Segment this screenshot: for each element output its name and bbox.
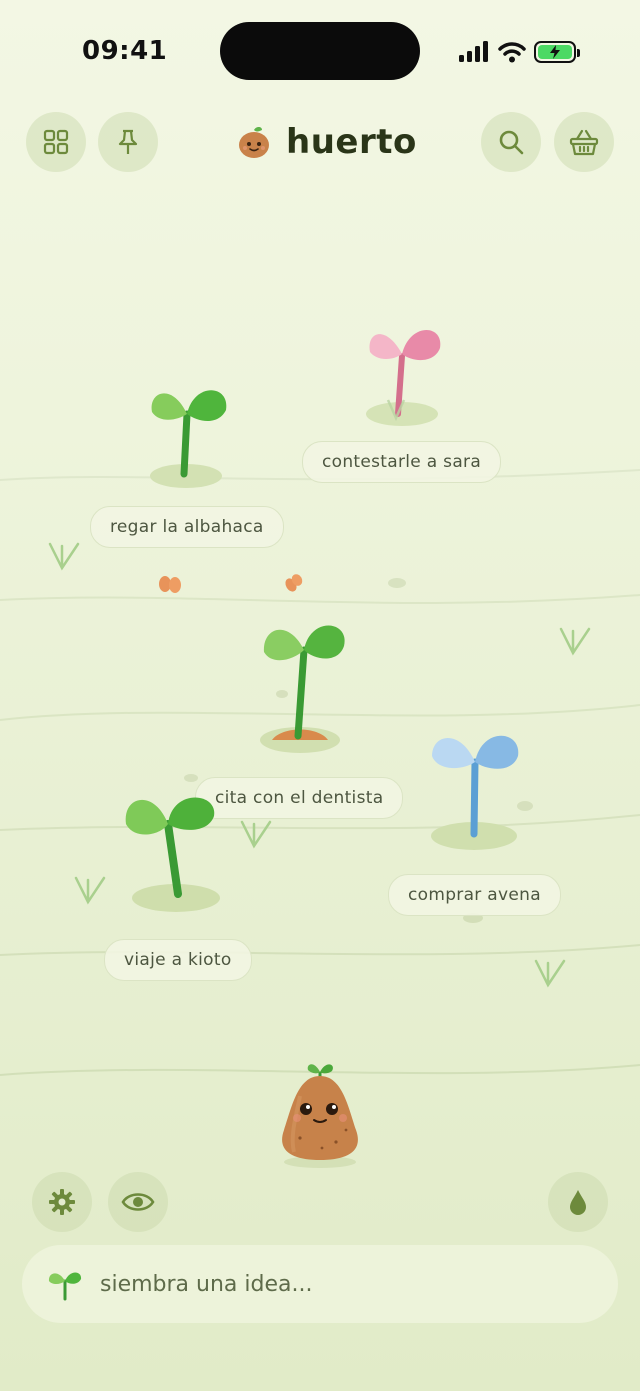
basket-button[interactable] (554, 112, 614, 172)
plant-label[interactable]: comprar avena (388, 874, 561, 916)
butterfly-icon (159, 576, 181, 593)
battery-icon (534, 41, 580, 63)
pin-button[interactable] (98, 112, 158, 172)
plant-pink[interactable] (358, 318, 454, 430)
gear-icon (49, 1189, 75, 1215)
sprout-icon (48, 1272, 82, 1301)
plant-blue[interactable] (424, 722, 524, 852)
grass-tuft (74, 876, 106, 905)
search-button[interactable] (481, 112, 541, 172)
eye-icon (121, 1193, 155, 1211)
status-icons (458, 38, 580, 66)
potato-logo-icon (239, 127, 269, 158)
plant-green-large[interactable] (120, 784, 230, 916)
dynamic-island (220, 22, 420, 80)
grass-tuft (559, 627, 591, 656)
butterfly-icon (285, 574, 303, 592)
idea-input-bar[interactable] (22, 1245, 618, 1323)
visibility-button[interactable] (108, 1172, 168, 1232)
idea-input[interactable] (98, 1270, 582, 1298)
plant-label[interactable]: contestarle a sara (302, 441, 502, 483)
potato-mascot[interactable] (270, 1056, 370, 1172)
plant-label[interactable]: regar la albahaca (90, 506, 284, 548)
status-time: 09:41 (82, 36, 168, 66)
plant-green-sprouted[interactable] (254, 616, 354, 756)
app-title: huerto (286, 122, 417, 162)
signal-icon (459, 41, 488, 62)
settings-button[interactable] (32, 1172, 92, 1232)
basket-icon (569, 129, 599, 156)
app-logo: huerto (236, 122, 417, 162)
grass-tuft (534, 959, 566, 988)
grid-icon (43, 129, 69, 155)
search-icon (499, 130, 524, 155)
grass-tuft (48, 542, 80, 571)
pin-icon (118, 129, 138, 154)
water-button[interactable] (548, 1172, 608, 1232)
grass-tuft (240, 820, 272, 849)
plant-label[interactable]: viaje a kioto (104, 939, 252, 981)
grid-view-button[interactable] (26, 112, 86, 172)
plant-green[interactable] (142, 378, 238, 492)
wifi-icon (498, 42, 526, 63)
water-drop-icon (570, 1190, 586, 1215)
